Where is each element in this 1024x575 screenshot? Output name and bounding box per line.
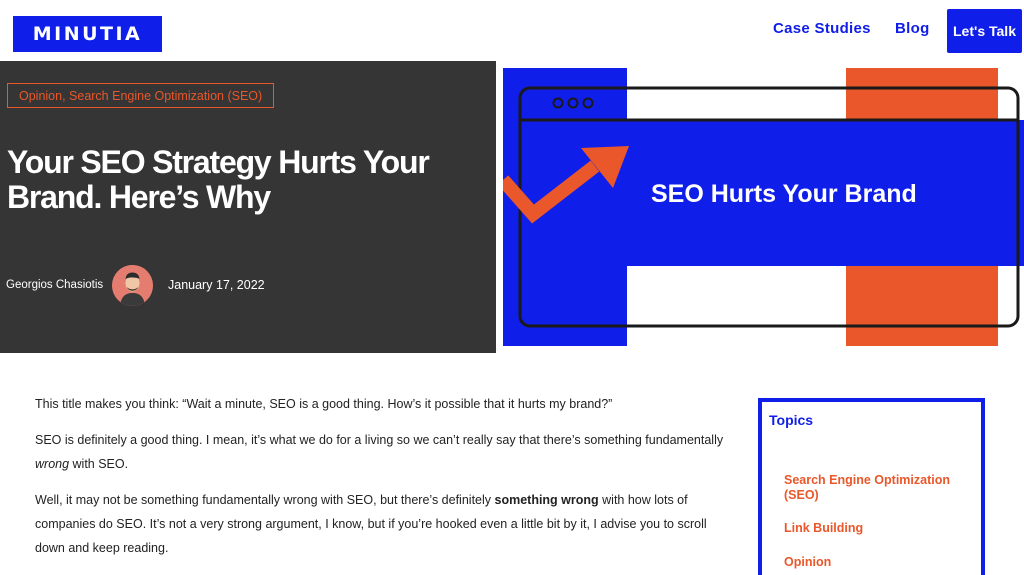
lets-talk-button[interactable]: Let's Talk	[947, 9, 1022, 53]
topic-link-link-building[interactable]: Link Building	[784, 521, 964, 536]
logo[interactable]: MINUTIA	[13, 16, 162, 52]
paragraph-3: Well, it may not be something fundamenta…	[35, 493, 707, 555]
bold-text: something wrong	[494, 493, 599, 507]
hero-panel: Opinion, Search Engine Optimization (SEO…	[0, 61, 496, 353]
topic-link-seo[interactable]: Search Engine Optimization (SEO)	[784, 473, 964, 503]
paragraph-1: This title makes you think: “Wait a minu…	[35, 397, 613, 411]
nav-blog[interactable]: Blog	[895, 20, 930, 37]
author-avatar	[112, 265, 153, 306]
emphasis-text: wrong	[35, 457, 70, 471]
hero-illustration: SEO Hurts Your Brand	[503, 68, 1024, 346]
article-title: Your SEO Strategy Hurts Your Brand. Here…	[7, 144, 430, 215]
article-body: This title makes you think: “Wait a minu…	[35, 392, 725, 572]
author-name[interactable]: Georgios Chasiotis	[6, 279, 103, 291]
topics-title: Topics	[769, 412, 814, 428]
paragraph-2: SEO is definitely a good thing. I mean, …	[35, 433, 724, 471]
nav-case-studies[interactable]: Case Studies	[773, 20, 871, 37]
category-tag[interactable]: Opinion, Search Engine Optimization (SEO…	[7, 83, 275, 108]
topics-sidebar: Topics Search Engine Optimization (SEO) …	[758, 398, 985, 575]
hero-image-caption: SEO Hurts Your Brand	[651, 180, 917, 208]
publish-date: January 17, 2022	[168, 278, 265, 292]
topic-link-opinion[interactable]: Opinion	[784, 555, 964, 570]
